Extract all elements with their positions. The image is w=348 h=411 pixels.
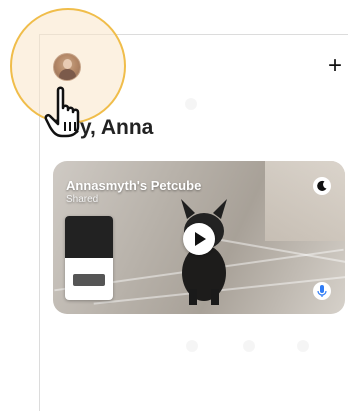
- camera-card[interactable]: Annasmyth's Petcube Shared: [53, 161, 345, 314]
- play-button[interactable]: [183, 223, 215, 255]
- moon-icon: [317, 180, 327, 191]
- play-icon: [195, 232, 206, 246]
- avatar-head: [63, 59, 72, 69]
- petcube-device-image: [65, 216, 113, 300]
- hand-pointer-icon: [44, 86, 80, 138]
- camera-status: Shared: [66, 194, 99, 205]
- add-button[interactable]: +: [327, 54, 343, 78]
- background-dot: [186, 340, 198, 352]
- background-shelf: [265, 161, 345, 241]
- night-mode-button[interactable]: [313, 177, 331, 195]
- device-slot: [73, 274, 105, 286]
- camera-name: Annasmyth's Petcube: [66, 178, 202, 193]
- microphone-button[interactable]: [313, 282, 331, 300]
- device-top: [65, 216, 113, 258]
- avatar[interactable]: [53, 53, 81, 81]
- avatar-body: [59, 69, 76, 80]
- microphone-icon: [317, 285, 327, 297]
- background-dot: [185, 98, 197, 110]
- background-dot: [297, 340, 309, 352]
- background-dot: [243, 340, 255, 352]
